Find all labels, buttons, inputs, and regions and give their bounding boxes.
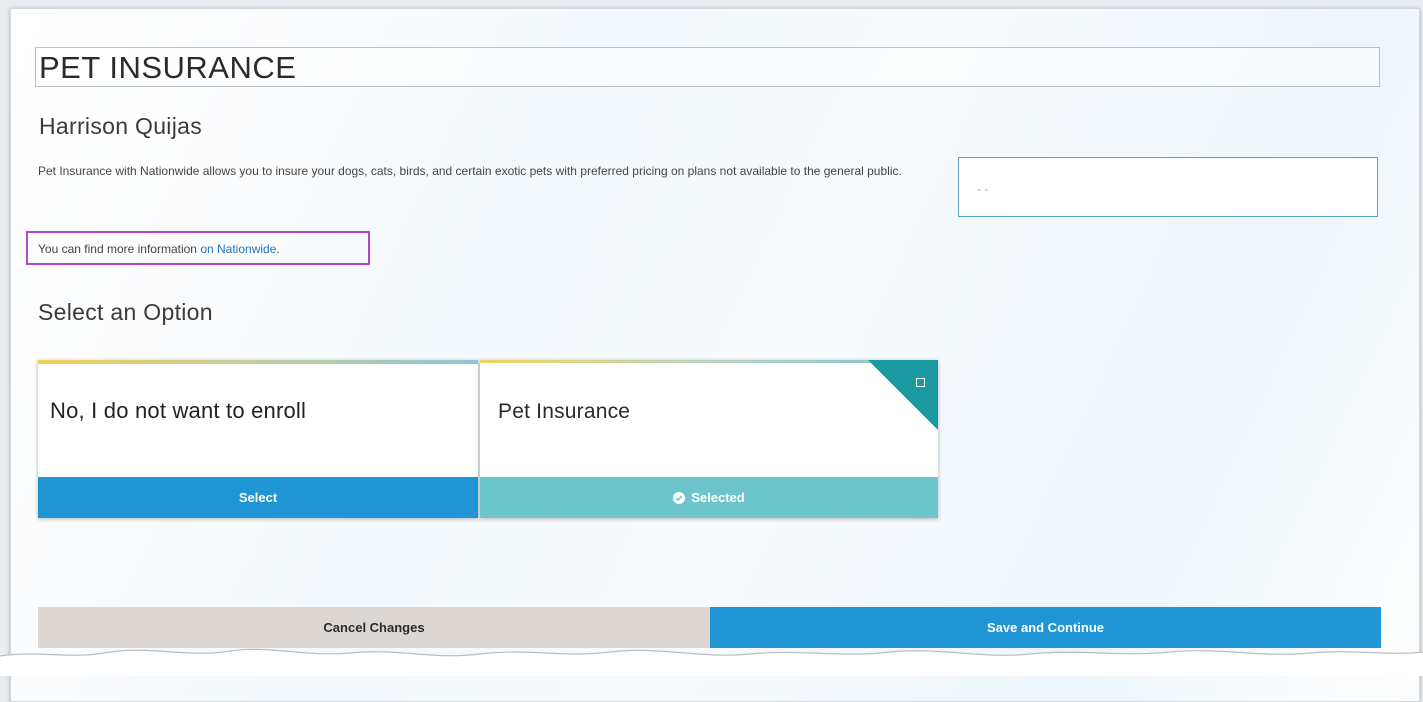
card-accent-bar <box>38 360 478 364</box>
select-button[interactable]: Select <box>38 477 478 518</box>
option-card-pet-insurance[interactable]: Pet Insurance Selected <box>480 360 938 518</box>
person-name: Harrison Quijas <box>39 113 202 139</box>
check-circle-icon <box>673 491 686 504</box>
page-title: PET INSURANCE <box>39 50 297 85</box>
side-info-value: - - <box>977 182 989 196</box>
more-info-suffix: . <box>276 242 280 256</box>
torn-edge <box>0 648 1423 676</box>
option-label-pet-insurance: Pet Insurance <box>498 400 631 423</box>
page-title-box: PET INSURANCE <box>35 47 1380 87</box>
pet-insurance-panel: PET INSURANCE Harrison Quijas Pet Insura… <box>10 8 1420 702</box>
option-label-no-enroll: No, I do not want to enroll <box>50 398 307 423</box>
more-info-text: You can find more information on Nationw… <box>38 242 280 256</box>
selected-button[interactable]: Selected <box>480 477 938 518</box>
select-button-label: Select <box>238 490 278 505</box>
nationwide-link[interactable]: on Nationwide <box>200 242 276 256</box>
select-option-heading: Select an Option <box>38 299 213 325</box>
more-info-highlight: You can find more information on Nationw… <box>26 231 370 265</box>
more-info-prefix: You can find more information <box>38 242 201 256</box>
option-card-no-enroll[interactable]: No, I do not want to enroll Select <box>38 360 478 518</box>
side-info-box: - - <box>958 157 1378 217</box>
selected-corner-flag <box>868 360 938 430</box>
checkbox-icon <box>916 378 925 387</box>
selected-button-label: Selected <box>691 490 745 505</box>
description-text: Pet Insurance with Nationwide allows you… <box>38 164 902 178</box>
